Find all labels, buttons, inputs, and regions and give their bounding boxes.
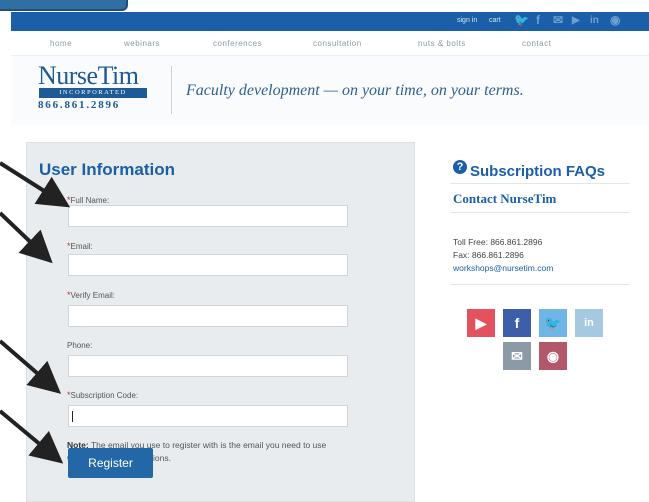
arrow-to-email: [0, 211, 53, 264]
arrow-to-subscription-code: [0, 339, 62, 394]
page: { "topbar": { "sign_in": "sign in", "car…: [0, 0, 649, 502]
annotation-arrows: [0, 161, 71, 464]
arrow-to-note: [0, 409, 64, 464]
arrow-to-full-name: [0, 161, 71, 208]
